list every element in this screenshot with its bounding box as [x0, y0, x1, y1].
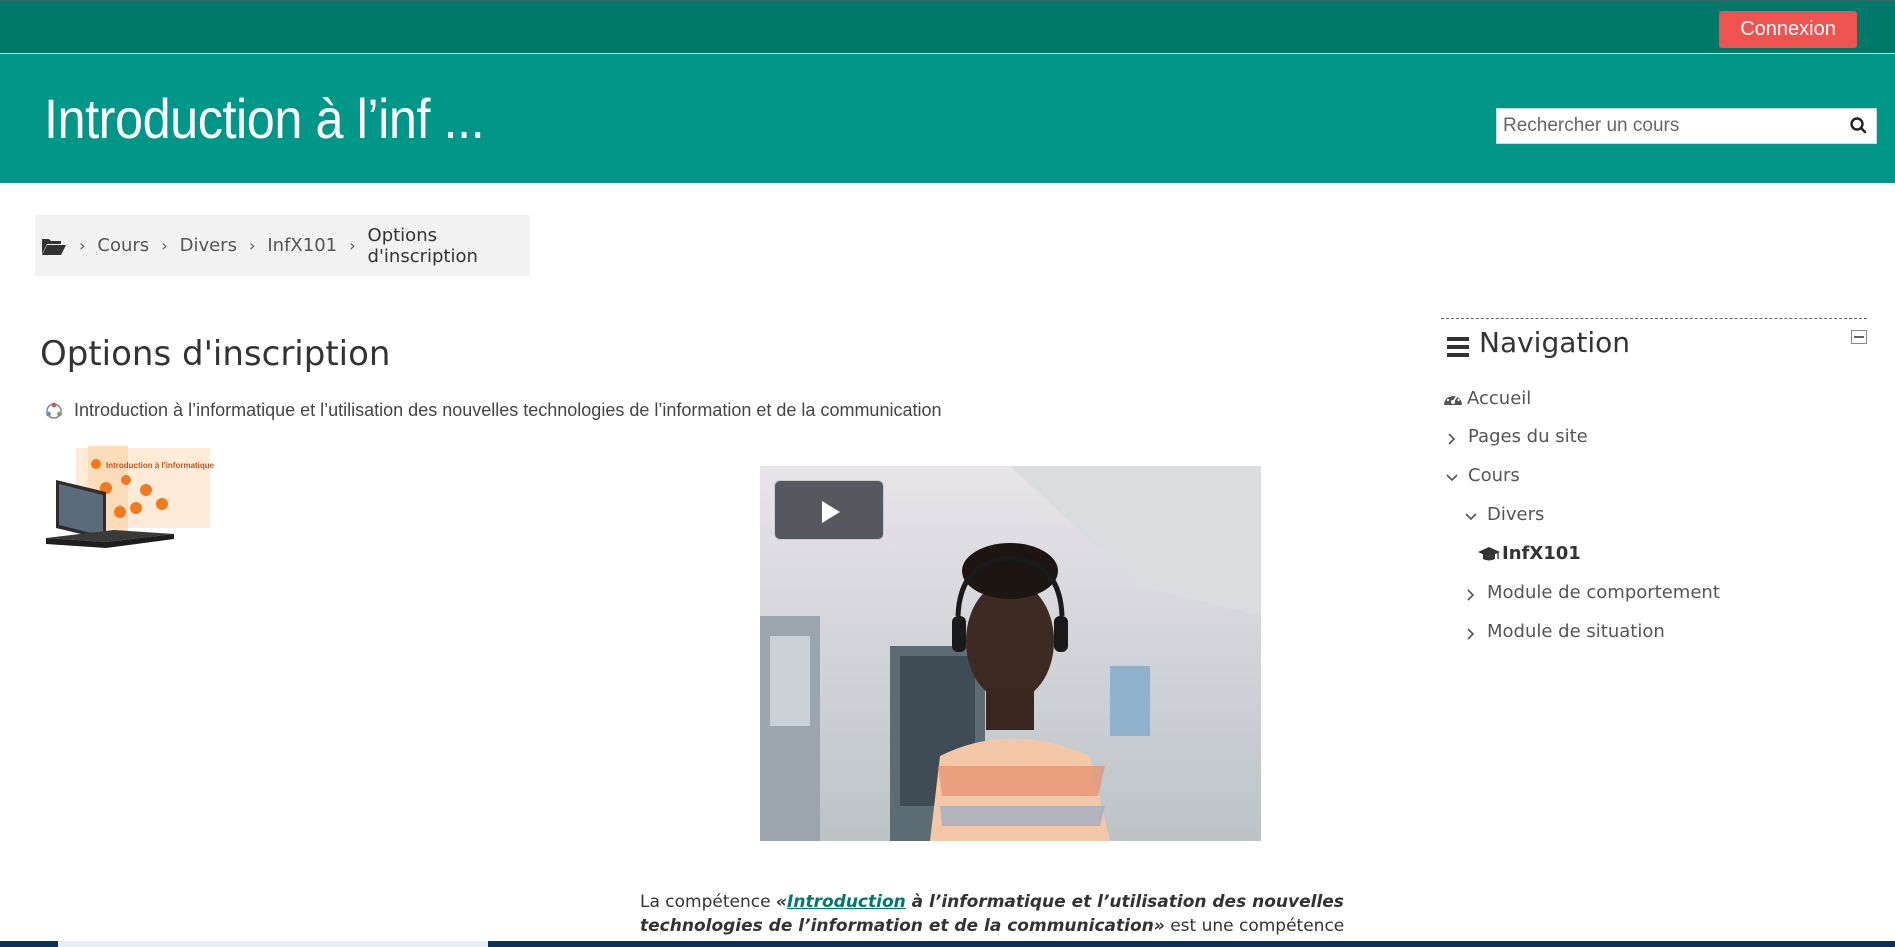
breadcrumb-separator: › [79, 236, 86, 255]
page-header: Introduction à l’inf ... [0, 54, 1895, 183]
nav-item-module-de-situation[interactable]: Module de situation [1464, 621, 1665, 642]
nav-item-cours[interactable]: Cours [1445, 465, 1520, 486]
nav-item-module-de-comportement[interactable]: Module de comportement [1464, 582, 1720, 603]
nav-item-label: Accueil [1467, 388, 1532, 409]
nav-item-label: Cours [1468, 465, 1520, 486]
nav-item-infx101[interactable]: InfX101 [1478, 543, 1581, 564]
breadcrumb-separator: › [161, 236, 168, 255]
course-title: Introduction à l’inf ... [44, 87, 485, 150]
navigation-block: Navigation Accueil Pages du site Cours D… [1441, 318, 1867, 658]
course-search [1496, 108, 1877, 144]
nav-item-accueil[interactable]: Accueil [1443, 388, 1531, 409]
course-icon [44, 401, 64, 421]
navigation-header: Navigation [1441, 318, 1867, 368]
breadcrumb-current: Options d'inscription [367, 224, 478, 267]
chevron-right-icon [1464, 586, 1478, 601]
course-name-line: Introduction à l’informatique et l’utili… [44, 400, 942, 421]
breadcrumb: › Cours › Divers › InfX101 › Options d'i… [35, 215, 530, 276]
nav-item-label: Divers [1487, 504, 1545, 525]
svg-text:Introduction à l'informatique: Introduction à l'informatique [106, 461, 214, 470]
chevron-down-icon [1445, 469, 1459, 483]
nav-item-label: InfX101 [1502, 543, 1581, 564]
folder-open-icon[interactable] [41, 236, 67, 256]
chevron-down-icon [1464, 508, 1478, 522]
nav-item-label: Pages du site [1468, 426, 1588, 447]
bottom-strip [0, 941, 1895, 947]
login-button[interactable]: Connexion [1719, 11, 1857, 48]
collapse-icon[interactable] [1851, 330, 1867, 344]
description-link[interactable]: Introduction [787, 892, 906, 912]
search-input[interactable] [1497, 109, 1837, 143]
navigation-title: Navigation [1479, 326, 1631, 359]
bars-icon [1447, 337, 1469, 357]
video-play-button[interactable] [774, 480, 884, 540]
play-icon [822, 501, 840, 523]
nav-item-label: Module de comportement [1487, 582, 1720, 603]
nav-item-label: Module de situation [1487, 621, 1665, 642]
breadcrumb-divers[interactable]: Divers [180, 235, 237, 256]
bottom-strip-segment [58, 941, 488, 947]
course-name-link[interactable]: Introduction à l’informatique et l’utili… [74, 400, 942, 421]
course-image: Introduction à l'informatique [44, 444, 215, 562]
top-bar: Connexion [0, 0, 1895, 54]
breadcrumb-infx101[interactable]: InfX101 [267, 235, 337, 256]
chevron-right-icon [1445, 430, 1459, 445]
nav-item-divers[interactable]: Divers [1464, 504, 1544, 525]
dashboard-icon [1443, 390, 1463, 408]
video-player[interactable] [760, 466, 1261, 841]
nav-item-pages-du-site[interactable]: Pages du site [1445, 426, 1588, 447]
chevron-right-icon [1464, 625, 1478, 640]
breadcrumb-separator: › [248, 236, 256, 255]
graduation-cap-icon [1478, 545, 1500, 563]
breadcrumb-cours[interactable]: Cours [97, 235, 149, 256]
breadcrumb-separator: › [349, 236, 356, 255]
search-icon[interactable] [1840, 109, 1876, 143]
page-title: Options d'inscription [40, 334, 391, 374]
course-description: La compétence «Introduction à l’informat… [640, 892, 1345, 947]
